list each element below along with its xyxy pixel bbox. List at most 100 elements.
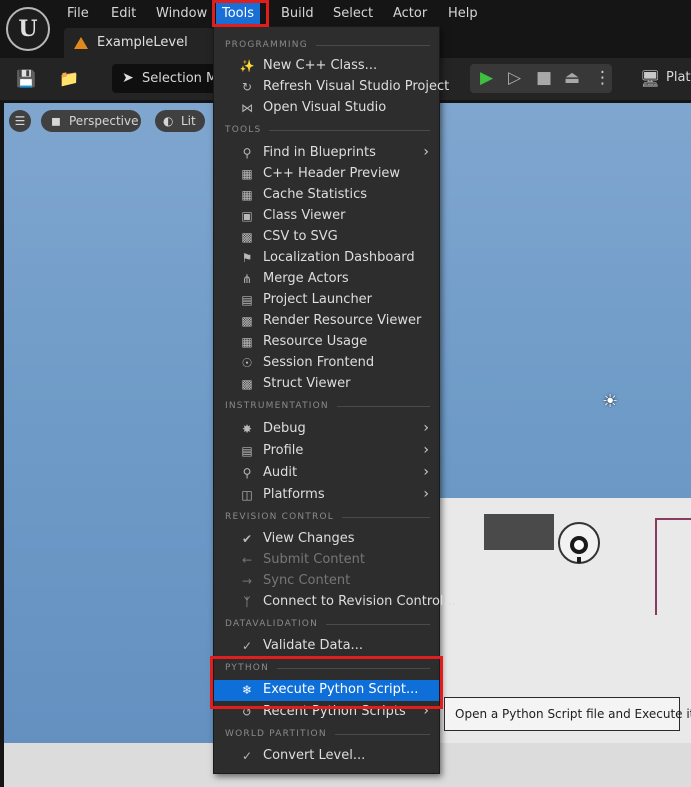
section-tools: TOOLS [225, 123, 430, 137]
directional-light-icon[interactable]: ☀ [602, 391, 618, 412]
menu-tools[interactable]: Tools [216, 2, 261, 25]
menu-item-audit[interactable]: ⚲ Audit › [214, 463, 439, 484]
tools-dropdown-menu: PROGRAMMING ✨ New C++ Class... ↻ Refresh V… [213, 26, 456, 774]
play-icon[interactable]: ▶ [480, 68, 493, 88]
flag-icon: ⚑ [241, 251, 253, 265]
more-options-icon[interactable]: ⋮ [594, 68, 611, 88]
platforms-icon[interactable]: 🖥 [640, 68, 660, 90]
section-instrumentation: INSTRUMENTATION [225, 399, 430, 413]
refresh-icon: ↻ [241, 80, 253, 94]
menu-item-csv-to-svg[interactable]: ▩ CSV to SVG [214, 227, 439, 248]
viewport-menu-icon[interactable]: ☰ [9, 110, 31, 132]
menu-build[interactable]: Build [281, 4, 314, 24]
lit-icon: ◐ [163, 114, 174, 128]
tooltip: Open a Python Script file and Execute it… [444, 697, 691, 731]
visual-studio-icon: ⋈ [241, 101, 253, 115]
menu-select[interactable]: Select [333, 4, 373, 24]
menu-item-refresh-vs-project[interactable]: ↻ Refresh Visual Studio Project [214, 77, 449, 98]
menu-help[interactable]: Help [448, 4, 478, 24]
section-datavalidation: DATAVALIDATION [225, 617, 430, 631]
struct-icon: ▩ [241, 377, 253, 391]
menu-item-recent-python-scripts[interactable]: ↺ Recent Python Scripts › [214, 702, 439, 723]
menu-item-struct-viewer[interactable]: ▩ Struct Viewer [214, 374, 439, 395]
menu-item-cpp-header-preview[interactable]: ▦ C++ Header Preview [214, 164, 439, 185]
bar-chart-icon: ▦ [241, 188, 253, 202]
frame-mesh [655, 518, 691, 615]
arrow-left-icon: ← [241, 553, 253, 567]
menu-item-connect-revision-control[interactable]: ᛉ Connect to Revision Control... [214, 592, 456, 613]
perspective-button[interactable]: ◼ Perspective [41, 110, 141, 132]
menu-item-cache-statistics[interactable]: ▦ Cache Statistics [214, 185, 439, 206]
menu-item-open-visual-studio[interactable]: ⋈ Open Visual Studio [214, 98, 439, 119]
profile-icon: ▤ [241, 444, 253, 458]
tab-label: ExampleLevel [97, 35, 188, 50]
header-preview-icon: ▦ [241, 167, 253, 181]
menu-bar: File Edit Window Tools Build Select Acto… [0, 0, 691, 28]
menu-item-view-changes[interactable]: ✔ View Changes [214, 529, 439, 550]
chevron-right-icon: › [423, 464, 429, 480]
selection-mode-dropdown[interactable]: ➤ Selection Mode [112, 64, 241, 93]
render-resource-icon: ▩ [241, 314, 253, 328]
sky-light-icon[interactable] [557, 521, 601, 565]
table-icon: ▦ [241, 335, 253, 349]
chevron-right-icon: › [423, 486, 429, 502]
menu-file[interactable]: File [67, 4, 89, 24]
chevron-right-icon: › [423, 703, 429, 719]
merge-icon: ⋔ [241, 272, 253, 286]
menu-item-debug[interactable]: ✸ Debug › [214, 419, 439, 440]
menu-window[interactable]: Window [156, 4, 207, 24]
chevron-right-icon: › [423, 144, 429, 160]
cube-icon: ◼ [51, 114, 61, 128]
menu-item-validate-data[interactable]: ✓ Validate Data... [214, 636, 439, 657]
menu-item-resource-usage[interactable]: ▦ Resource Usage [214, 332, 439, 353]
section-revision-control: REVISION CONTROL [225, 510, 430, 524]
save-icon[interactable]: 💾 [15, 68, 37, 90]
menu-item-sync-content: → Sync Content [214, 571, 439, 592]
audit-icon: ⚲ [242, 466, 252, 480]
menu-item-project-launcher[interactable]: ▤ Project Launcher [214, 290, 439, 311]
menu-actor[interactable]: Actor [393, 4, 427, 24]
csv-icon: ▩ [241, 230, 253, 244]
branch-icon: ᛉ [243, 595, 251, 609]
play-controls: ▶ ▷ ■ ⏏ ⋮ [470, 64, 612, 93]
platforms-icon: ◫ [241, 488, 253, 502]
menu-item-profile[interactable]: ▤ Profile › [214, 441, 439, 462]
new-class-icon: ✨ [239, 59, 255, 73]
menu-item-submit-content: ← Submit Content [214, 550, 439, 571]
content-browser-icon[interactable]: 📁 [58, 68, 80, 90]
lit-button[interactable]: ◐ Lit [155, 110, 205, 132]
section-world-partition: WORLD PARTITION [225, 727, 430, 741]
validate-icon: ✓ [241, 639, 253, 653]
unreal-logo-icon[interactable]: U [6, 7, 50, 51]
menu-item-new-cpp-class[interactable]: ✨ New C++ Class... [214, 56, 439, 77]
menu-item-session-frontend[interactable]: ☉ Session Frontend [214, 353, 439, 374]
menu-item-merge-actors[interactable]: ⋔ Merge Actors [214, 269, 439, 290]
section-python: PYTHON [225, 661, 430, 675]
arrow-right-icon: → [241, 574, 253, 588]
recent-icon: ↺ [241, 705, 253, 719]
session-icon: ☉ [241, 356, 253, 370]
menu-item-localization-dashboard[interactable]: ⚑ Localization Dashboard [214, 248, 439, 269]
chevron-right-icon: › [423, 442, 429, 458]
lit-label: Lit [181, 114, 196, 128]
convert-icon: ✓ [241, 749, 253, 763]
check-circle-icon: ✔ [241, 532, 253, 546]
level-icon [74, 37, 88, 49]
menu-item-execute-python-script[interactable]: ❄ Execute Python Script... [214, 680, 439, 701]
tab-example-level[interactable]: ExampleLevel [64, 28, 214, 58]
chevron-right-icon: › [423, 420, 429, 436]
python-icon: ❄ [241, 683, 253, 697]
menu-item-class-viewer[interactable]: ▣ Class Viewer [214, 206, 439, 227]
menu-item-platforms[interactable]: ◫ Platforms › [214, 485, 439, 506]
launcher-icon: ▤ [241, 293, 253, 307]
menu-item-find-in-blueprints[interactable]: ⚲ Find in Blueprints › [214, 143, 439, 164]
menu-item-convert-level[interactable]: ✓ Convert Level... [214, 746, 439, 767]
section-programming: PROGRAMMING [225, 38, 430, 52]
platforms-label[interactable]: Platf [666, 70, 691, 85]
step-icon[interactable]: ▷ [508, 68, 521, 88]
stop-icon[interactable]: ■ [536, 68, 552, 88]
eject-icon[interactable]: ⏏ [564, 68, 580, 88]
menu-edit[interactable]: Edit [111, 4, 136, 24]
perspective-label: Perspective [69, 114, 139, 128]
menu-item-render-resource-viewer[interactable]: ▩ Render Resource Viewer [214, 311, 439, 332]
